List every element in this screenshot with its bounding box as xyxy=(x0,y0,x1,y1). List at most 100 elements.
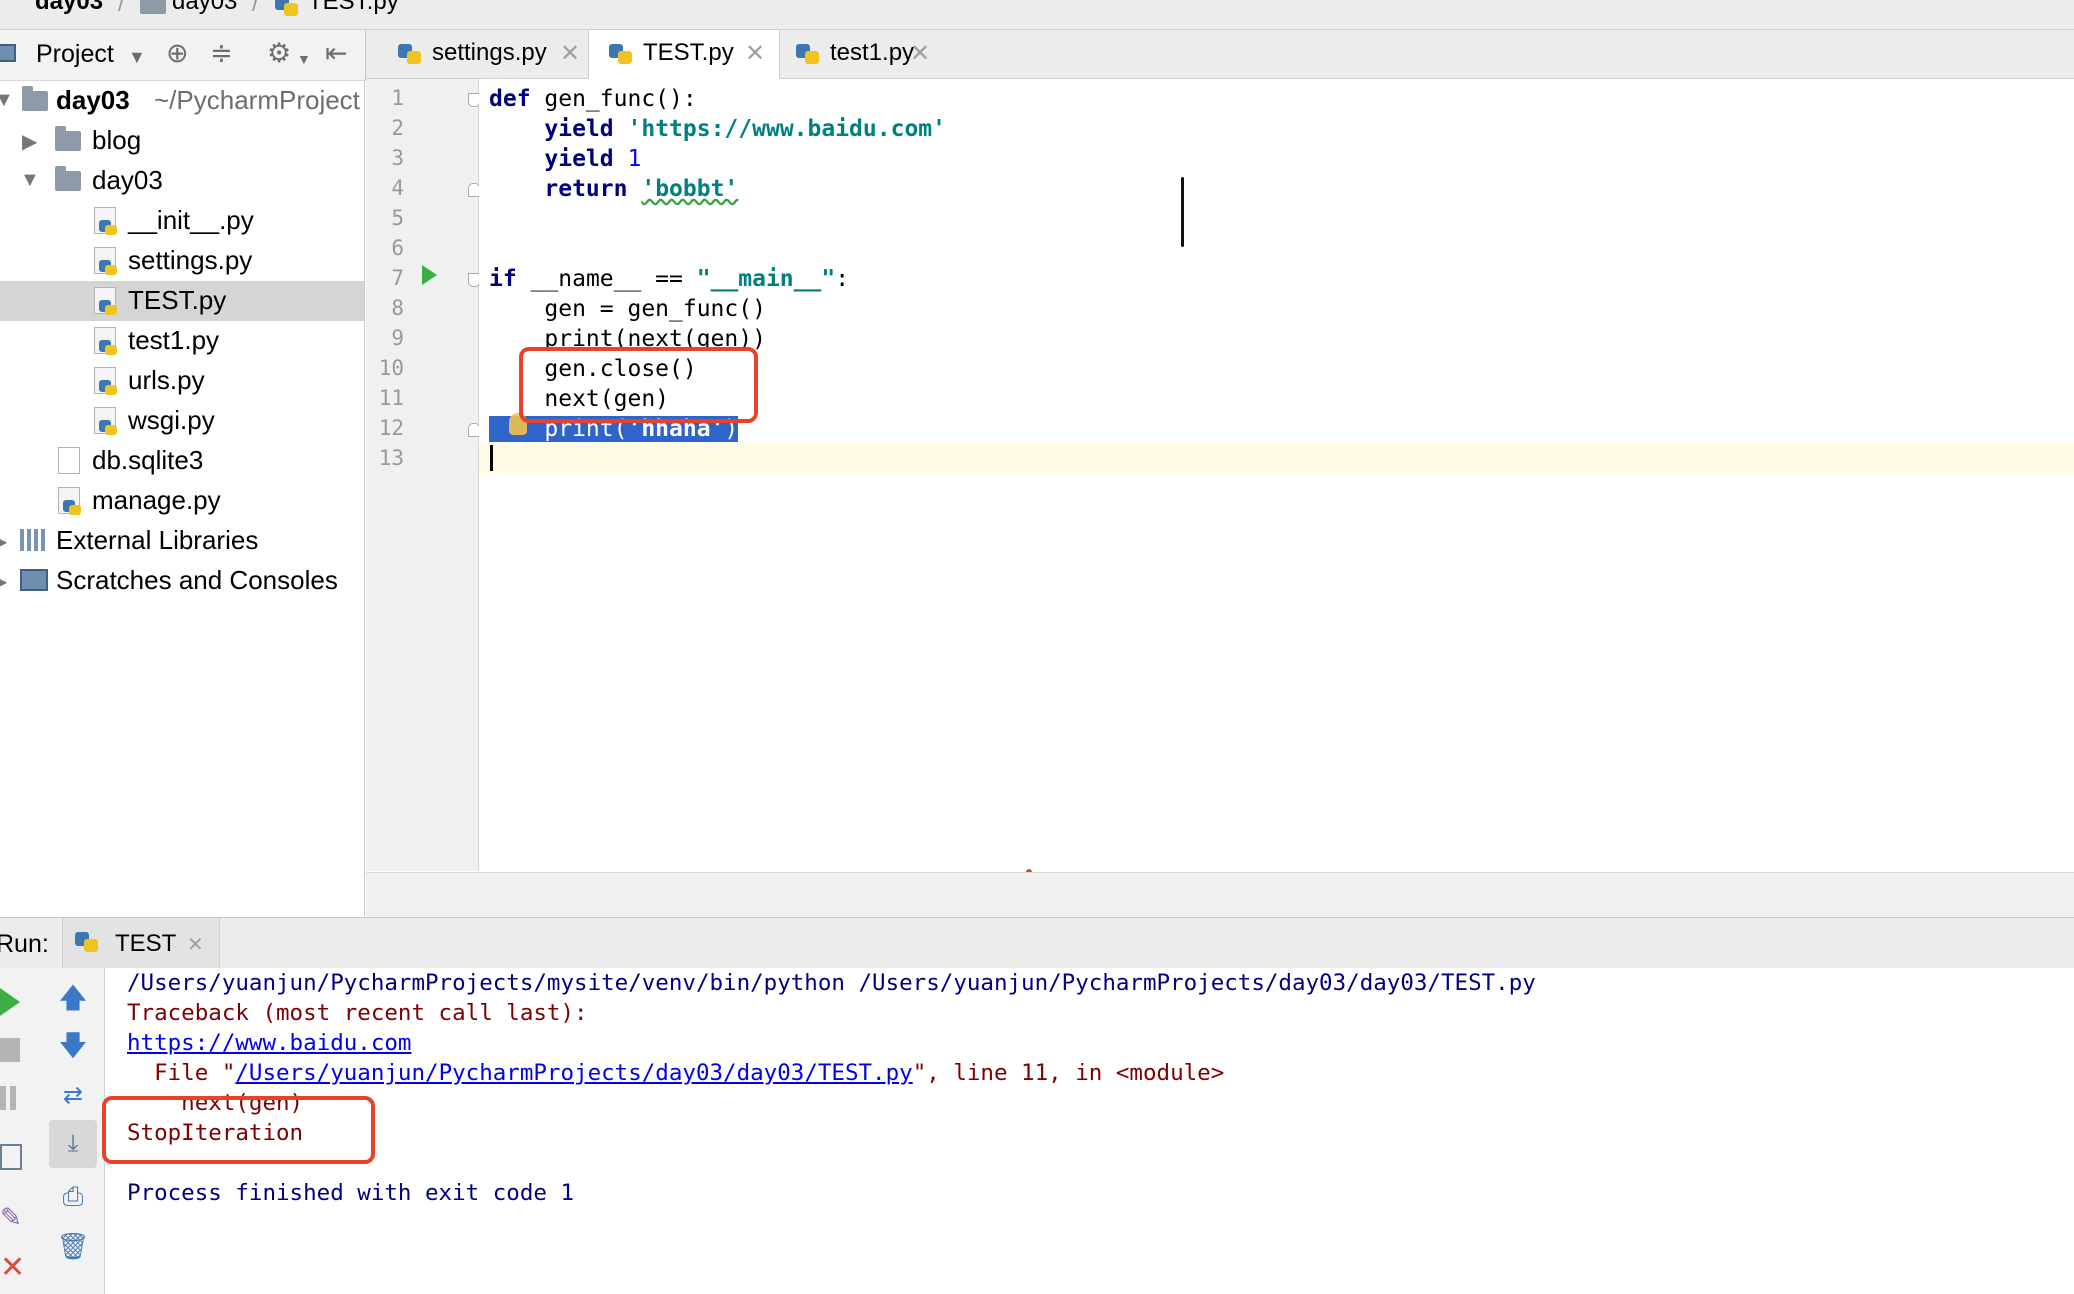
folder-icon xyxy=(22,86,48,111)
tab-test1[interactable]: test1.py ✕ xyxy=(780,30,966,78)
tree-item-label: urls.py xyxy=(128,365,205,395)
console-output-link[interactable]: https://www.baidu.com xyxy=(127,1028,411,1058)
tree-item-init[interactable]: __init__.py xyxy=(0,201,364,241)
tree-item-db[interactable]: db.sqlite3 xyxy=(0,441,364,481)
string-literal: 'https://www.baidu.com' xyxy=(627,116,947,142)
tree-item-wsgi[interactable]: wsgi.py xyxy=(0,401,364,441)
tree-item-urls[interactable]: urls.py xyxy=(0,361,364,401)
line-number: 13 xyxy=(378,446,404,470)
tree-item-label: day03 xyxy=(92,165,163,195)
code-text: : xyxy=(835,266,850,292)
trash-icon[interactable]: 🗑 xyxy=(55,1228,91,1264)
tree-item-external-libraries[interactable]: ▶ External Libraries xyxy=(0,521,364,561)
tree-item-root[interactable]: ▼ day03 ~/PycharmProject xyxy=(0,81,364,121)
python-file-icon xyxy=(94,367,117,395)
breadcrumb-item-project[interactable]: day03 xyxy=(35,0,103,16)
close-icon[interactable]: ✕ xyxy=(910,39,930,68)
code-line-7: if __name__ == "__main__": xyxy=(489,264,849,294)
run-console[interactable]: /Users/yuanjun/PycharmProjects/mysite/ve… xyxy=(102,968,2074,1294)
arrow-down-icon[interactable]: 🡇 xyxy=(55,1028,91,1064)
tree-item-test1[interactable]: test1.py xyxy=(0,321,364,361)
breadcrumb-separator: / xyxy=(118,0,125,17)
tree-item-test[interactable]: TEST.py xyxy=(0,281,364,321)
console-file-link[interactable]: /Users/yuanjun/PycharmProjects/day03/day… xyxy=(235,1060,912,1086)
console-text: File " xyxy=(127,1060,236,1086)
chevron-right-icon[interactable]: ▶ xyxy=(0,569,7,594)
chevron-right-icon[interactable]: ▶ xyxy=(0,529,7,554)
close-icon[interactable]: ✕ xyxy=(745,39,765,68)
chevron-right-icon[interactable]: ▶ xyxy=(22,129,37,154)
pause-icon[interactable] xyxy=(0,1086,6,1110)
python-file-icon xyxy=(609,40,633,66)
code-line-2: yield 'https://www.baidu.com' xyxy=(489,114,946,144)
chevron-down-icon[interactable]: ▼ xyxy=(20,169,40,192)
tree-item-label: db.sqlite3 xyxy=(92,445,204,475)
console-text: ", line 11, in <module> xyxy=(912,1060,1225,1086)
collapse-all-icon[interactable]: ≑ xyxy=(210,38,233,68)
tree-item-settings[interactable]: settings.py xyxy=(0,241,364,281)
chevron-down-icon[interactable]: ▼ xyxy=(297,44,311,74)
line-number: 4 xyxy=(391,176,404,200)
line-number: 7 xyxy=(391,266,404,290)
editor-gutter: 1 2 3 4 5 6 7 8 9 10 11 12 13 xyxy=(366,79,480,871)
tree-item-label: External Libraries xyxy=(56,525,259,555)
string-literal: 'bobbt' xyxy=(641,176,739,202)
layout-icon[interactable] xyxy=(0,1144,22,1170)
tree-item-blog[interactable]: ▶ blog xyxy=(0,121,364,161)
keyword: return xyxy=(544,176,628,202)
python-file-icon xyxy=(58,487,81,515)
locate-target-icon[interactable]: ⊕ xyxy=(166,38,189,68)
project-toolbar: Project ▼ ⊕ ≑ ⚙ ▼ ⇤ xyxy=(0,30,366,81)
scroll-to-end-icon: ⤓ xyxy=(67,1130,79,1157)
project-tree: ▼ day03 ~/PycharmProject ▶ blog ▼ day03 … xyxy=(0,81,365,916)
run-tab-label: TEST xyxy=(115,930,177,957)
soft-wrap-icon[interactable]: ⇄ xyxy=(55,1078,91,1114)
rerun-icon[interactable] xyxy=(0,988,20,1016)
run-gutter-icon[interactable] xyxy=(422,265,437,285)
line-number: 6 xyxy=(391,236,404,260)
scratches-icon xyxy=(20,569,48,591)
stop-icon[interactable] xyxy=(0,1038,20,1062)
annotation-box xyxy=(519,347,758,423)
tree-item-label: wsgi.py xyxy=(128,405,215,435)
chevron-down-icon[interactable]: ▼ xyxy=(128,42,146,72)
tab-test[interactable]: TEST.py ✕ xyxy=(588,30,780,79)
chevron-down-icon[interactable]: ▼ xyxy=(0,89,14,112)
code-text: gen = gen_func() xyxy=(544,296,766,322)
plug-icon[interactable]: ✎ xyxy=(0,1202,22,1233)
tree-item-scratches[interactable]: ▶ Scratches and Consoles xyxy=(0,561,364,601)
close-icon[interactable]: ✕ xyxy=(560,39,580,68)
tree-item-label: test1.py xyxy=(128,325,220,355)
python-run-icon xyxy=(75,928,99,954)
breadcrumb-item-folder[interactable]: day03 xyxy=(172,0,237,16)
print-icon[interactable]: ⎙ xyxy=(55,1178,91,1214)
tree-item-day03[interactable]: ▼ day03 xyxy=(0,161,364,201)
tree-item-label: TEST.py xyxy=(128,285,227,315)
close-icon[interactable]: ✕ xyxy=(187,932,204,957)
line-number: 5 xyxy=(391,206,404,230)
tab-settings[interactable]: settings.py ✕ xyxy=(378,30,588,78)
close-icon[interactable]: ✕ xyxy=(0,1250,25,1285)
python-file-icon xyxy=(275,0,299,18)
code-text: gen_func(): xyxy=(530,86,697,112)
code-editor[interactable]: def gen_func(): yield 'https://www.baidu… xyxy=(479,79,2074,875)
string-literal: "__main__" xyxy=(696,266,836,292)
python-file-icon xyxy=(398,40,422,66)
library-icon xyxy=(20,529,48,551)
keyword: if xyxy=(489,266,517,292)
current-line-highlight xyxy=(479,443,2074,473)
python-file-icon xyxy=(94,327,117,355)
python-file-icon xyxy=(94,247,117,275)
line-number: 11 xyxy=(378,386,404,410)
arrow-up-icon[interactable]: 🡅 xyxy=(55,980,91,1016)
tree-item-manage[interactable]: manage.py xyxy=(0,481,364,521)
tree-root-label: day03 xyxy=(56,85,130,115)
database-file-icon xyxy=(58,447,80,474)
hide-panel-icon[interactable]: ⇤ xyxy=(325,38,348,68)
project-view-selector[interactable]: Project xyxy=(36,40,114,69)
breadcrumb-separator: / xyxy=(252,0,259,17)
run-tab-test[interactable]: TEST ✕ xyxy=(62,918,220,968)
breadcrumb-item-file[interactable]: TEST.py xyxy=(308,0,399,16)
pen-mark xyxy=(1181,177,1184,247)
gear-icon[interactable]: ⚙ xyxy=(267,38,291,68)
